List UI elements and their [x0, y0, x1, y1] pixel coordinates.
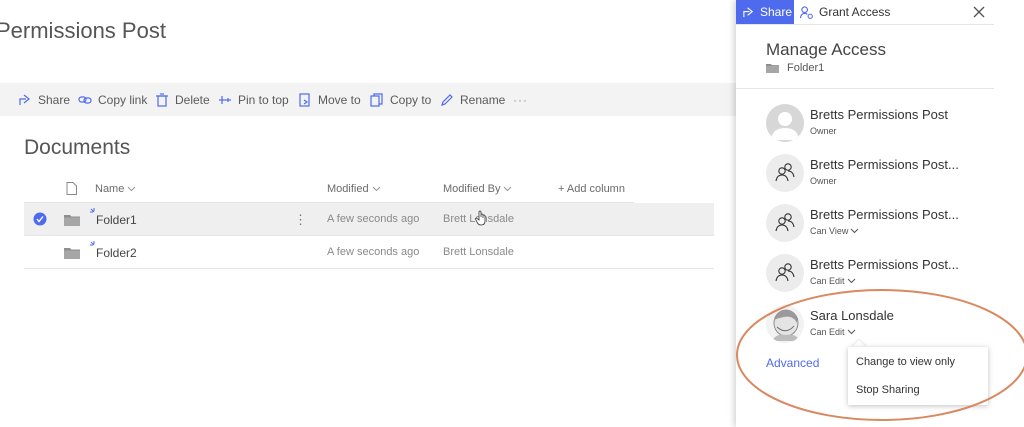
site-title: Permissions Post — [0, 18, 166, 43]
delete-command[interactable]: Delete — [155, 83, 210, 116]
person-placeholder-icon — [766, 104, 804, 142]
group-icon — [766, 154, 804, 192]
entry-name: Bretts Permissions Post... — [810, 207, 959, 222]
table-row[interactable]: Folder2 A few seconds ago Brett Lonsdale — [24, 236, 714, 269]
modified-cell: A few seconds ago — [327, 246, 420, 258]
menu-item-stop-sharing[interactable]: Stop Sharing — [856, 384, 920, 396]
row-divider — [24, 268, 714, 269]
folder-icon — [64, 215, 80, 226]
rename-command[interactable]: Rename — [440, 83, 505, 116]
add-column-button[interactable]: + Add column — [558, 183, 625, 195]
copy-link-command[interactable]: Copy link — [78, 83, 147, 116]
advanced-link[interactable]: Advanced — [766, 356, 819, 370]
panel-tab-bar: Share Grant Access — [736, 0, 1024, 25]
access-entry: Bretts Permissions Post... Can Edit — [766, 254, 996, 294]
hand-cursor-icon — [475, 210, 486, 226]
chevron-down-icon — [847, 278, 855, 284]
chevron-down-icon — [372, 186, 380, 192]
column-header-modified[interactable]: Modified — [327, 183, 381, 195]
entry-name: Bretts Permissions Post... — [810, 257, 959, 272]
panel-divider — [736, 88, 994, 89]
role-menu: Change to view only Stop Sharing — [848, 347, 988, 405]
library-title: Documents — [24, 136, 131, 159]
chevron-down-icon — [127, 186, 136, 192]
group-icon — [766, 254, 804, 292]
entry-name: Sara Lonsdale — [810, 308, 894, 323]
table-row[interactable]: Folder1 ⋮ A few seconds ago Brett Lonsda… — [24, 203, 714, 236]
entry-role: Owner — [810, 126, 837, 136]
chevron-down-icon — [504, 186, 512, 192]
share-command[interactable]: Share — [18, 83, 70, 116]
command-bar: Share Copy link Delete Pin to top Move t… — [0, 83, 736, 116]
entry-role: Owner — [810, 176, 837, 186]
add-person-icon — [800, 5, 813, 19]
pin-to-top-command[interactable]: Pin to top — [218, 83, 289, 116]
trash-icon — [156, 92, 168, 107]
access-entry: Bretts Permissions Post... Can View — [766, 204, 996, 244]
group-icon — [766, 204, 804, 242]
menu-item-change-to-view-only[interactable]: Change to view only — [856, 356, 955, 368]
more-actions-icon[interactable]: ⋮ — [294, 212, 307, 228]
column-header-name[interactable]: Name — [95, 183, 136, 195]
role-dropdown[interactable]: Can View — [810, 226, 859, 236]
folder-icon — [766, 63, 779, 73]
move-icon — [299, 92, 310, 107]
access-entry: Bretts Permissions Post... Owner — [766, 154, 996, 194]
share-icon — [19, 94, 30, 105]
close-icon[interactable] — [972, 5, 986, 19]
entry-name: Bretts Permissions Post... — [810, 157, 959, 172]
entry-name: Bretts Permissions Post — [810, 107, 948, 122]
user-photo — [766, 305, 804, 343]
modified-cell: A few seconds ago — [327, 213, 420, 225]
tab-grant-access[interactable]: Grant Access — [800, 0, 890, 24]
move-to-command[interactable]: Move to — [298, 83, 361, 116]
panel-title: Manage Access — [766, 40, 887, 59]
share-icon — [743, 6, 754, 17]
panel-item-name: Folder1 — [766, 62, 824, 74]
role-dropdown[interactable]: Can Edit — [810, 327, 856, 337]
tab-share[interactable]: Share — [736, 0, 794, 24]
access-entry: Bretts Permissions Post Owner — [766, 104, 996, 144]
chevron-down-icon — [851, 228, 859, 234]
copy-to-command[interactable]: Copy to — [370, 83, 431, 116]
role-dropdown[interactable]: Can Edit — [810, 276, 856, 286]
link-icon — [78, 95, 92, 104]
chevron-down-icon — [847, 329, 855, 335]
file-name-link[interactable]: Folder1 — [96, 213, 137, 227]
tab-divider — [736, 24, 994, 25]
folder-icon — [64, 248, 80, 259]
more-command[interactable]: ··· — [513, 83, 528, 116]
selected-check-icon[interactable] — [33, 212, 47, 226]
pencil-icon — [441, 93, 453, 106]
access-entry: Sara Lonsdale Can Edit — [766, 305, 996, 345]
file-type-icon — [66, 182, 77, 195]
more-icon: ··· — [513, 92, 528, 107]
column-header-modified-by[interactable]: Modified By — [443, 183, 512, 195]
pin-icon — [219, 95, 231, 104]
modified-by-cell: Brett Lonsdale — [443, 246, 514, 258]
copy-icon — [370, 92, 383, 107]
file-name-link[interactable]: Folder2 — [96, 246, 137, 260]
